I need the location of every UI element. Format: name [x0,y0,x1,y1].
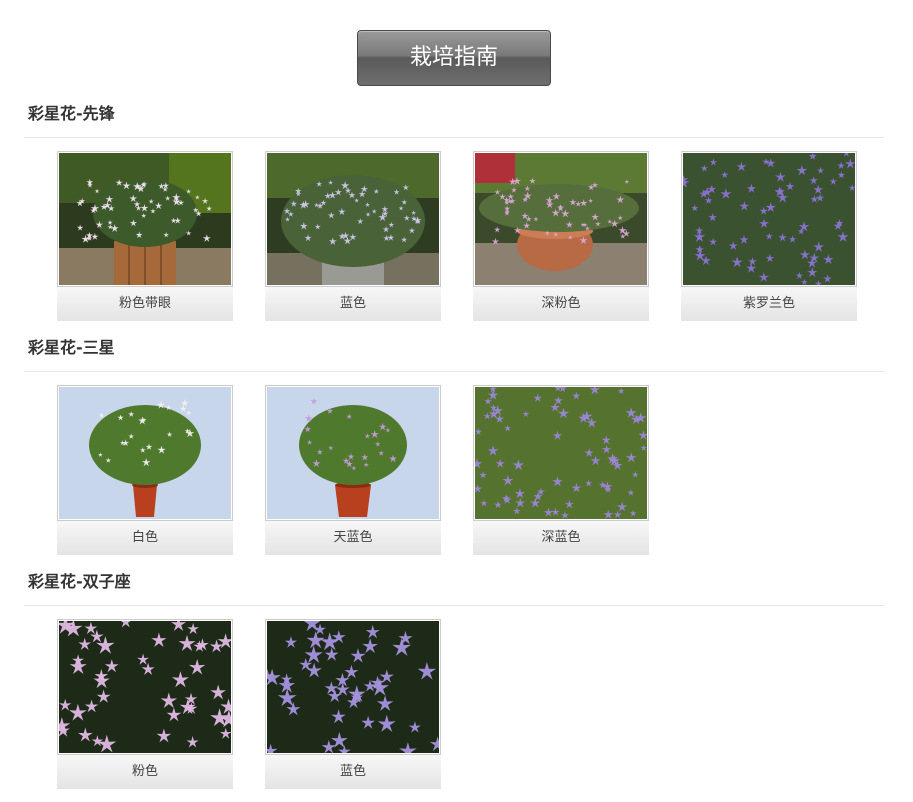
pink-closeup-photo [59,621,231,753]
product-card[interactable]: 深粉色 [473,151,649,321]
product-card[interactable]: 天蓝色 [265,385,441,555]
section-divider [24,137,884,138]
section-title-gemini: 彩星花-双子座 [28,572,131,591]
product-caption: 粉色带眼 [57,287,233,321]
product-caption: 深粉色 [473,287,649,321]
section-divider [24,605,884,606]
white-potted-plant-photo [59,387,231,519]
product-caption: 粉色 [57,755,233,789]
product-photo[interactable] [473,151,649,287]
cultivation-guide-button[interactable]: 栽培指南 [357,30,551,86]
product-card[interactable]: 深蓝色 [473,385,649,555]
deep-blue-plant-photo [475,387,647,519]
product-photo[interactable] [265,151,441,287]
product-card[interactable]: 粉色 [57,619,233,789]
section-divider [24,371,884,372]
product-photo[interactable] [57,619,233,755]
sky-blue-potted-plant-photo [267,387,439,519]
product-photo[interactable] [57,385,233,521]
product-photo[interactable] [473,385,649,521]
section-title-vanguard: 彩星花-先锋 [28,104,115,123]
blue-closeup-photo [267,621,439,753]
product-card[interactable]: 蓝色 [265,151,441,321]
product-caption: 深蓝色 [473,521,649,555]
product-caption: 紫罗兰色 [681,287,857,321]
product-caption: 蓝色 [265,287,441,321]
deep-pink-plant-photo [475,153,647,285]
product-photo[interactable] [681,151,857,287]
violet-plant-photo [683,153,855,285]
product-caption: 蓝色 [265,755,441,789]
product-card[interactable]: 粉色带眼 [57,151,233,321]
product-caption: 天蓝色 [265,521,441,555]
product-caption: 白色 [57,521,233,555]
product-card[interactable]: 白色 [57,385,233,555]
pink-eye-plant-photo [59,153,231,285]
section-title-trio: 彩星花-三星 [28,338,115,357]
product-photo[interactable] [57,151,233,287]
product-photo[interactable] [265,385,441,521]
product-card[interactable]: 蓝色 [265,619,441,789]
product-card[interactable]: 紫罗兰色 [681,151,857,321]
blue-plant-photo [267,153,439,285]
product-photo[interactable] [265,619,441,755]
